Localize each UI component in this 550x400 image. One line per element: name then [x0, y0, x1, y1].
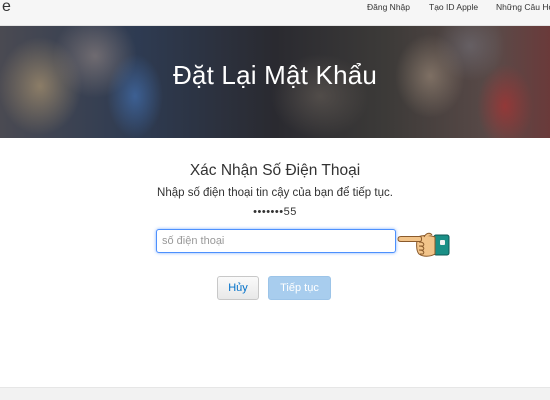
pointing-hand-icon	[397, 232, 450, 257]
cancel-button[interactable]: Hủy	[217, 276, 259, 300]
nav-faq-link[interactable]: Những Câu Hỏi	[496, 2, 550, 12]
brand-logo[interactable]: e	[2, 0, 11, 16]
continue-button[interactable]: Tiếp tục	[268, 276, 331, 300]
nav-create-apple-id-link[interactable]: Tạo ID Apple	[429, 2, 478, 12]
form-description: Nhập số điện thoại tin cậy của bạn để ti…	[157, 187, 393, 199]
page-title: Đặt Lại Mật Khẩu	[172, 60, 378, 90]
masked-phone-number: •••••••55	[253, 206, 297, 218]
hero-banner: Đặt Lại Mật Khẩu	[0, 26, 550, 138]
form-title: Xác Nhận Số Điện Thoại	[189, 162, 361, 179]
nav-sign-in-link[interactable]: Đăng Nhập	[367, 2, 410, 12]
top-navigation-bar: e Đăng Nhập Tạo ID Apple Những Câu Hỏi	[0, 0, 550, 26]
phone-number-input[interactable]	[156, 229, 396, 253]
footer-bar	[0, 387, 550, 400]
